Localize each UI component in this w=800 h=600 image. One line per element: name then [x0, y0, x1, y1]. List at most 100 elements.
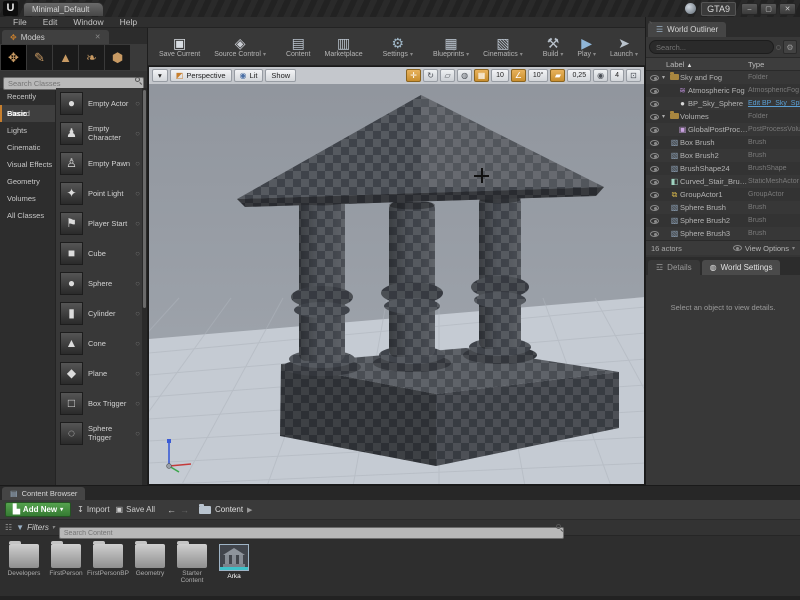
rotation-snap-value[interactable]: 10°: [528, 69, 549, 82]
outliner-settings-icon[interactable]: ⚙: [783, 40, 797, 54]
breadcrumb[interactable]: Content ▶: [199, 505, 252, 514]
perspective-button[interactable]: ◩ Perspective: [170, 69, 232, 82]
search-content-input[interactable]: [59, 527, 564, 539]
visibility-eye-icon[interactable]: [650, 192, 659, 198]
tab-details[interactable]: ☲Details: [648, 260, 700, 275]
scale-snap-icon[interactable]: ▰: [550, 69, 565, 82]
drag-handle-icon[interactable]: ○: [135, 279, 140, 288]
visibility-eye-icon[interactable]: [650, 231, 659, 237]
outliner-row[interactable]: ▣GlobalPostProcessVolumePostProcessVolu: [646, 123, 800, 136]
move-tool-button[interactable]: ✛: [406, 69, 421, 82]
grid-snap-icon[interactable]: ▦: [474, 69, 489, 82]
place-item-box-trigger[interactable]: □Box Trigger○: [56, 388, 147, 418]
forward-button[interactable]: →: [180, 505, 189, 515]
drag-handle-icon[interactable]: ○: [135, 219, 140, 228]
drag-handle-icon[interactable]: ○: [135, 159, 140, 168]
category-geometry[interactable]: Geometry: [0, 173, 55, 190]
outliner-row[interactable]: ⧉GroupActor1GroupActor: [646, 188, 800, 201]
category-all-classes[interactable]: All Classes: [0, 207, 55, 224]
expander-icon[interactable]: ▾: [662, 74, 669, 81]
maximize-viewport-button[interactable]: ⊡: [626, 69, 641, 82]
launch-button[interactable]: ➤Launch▾: [603, 29, 645, 65]
paint-mode-button[interactable]: ✎: [27, 45, 52, 70]
menu-edit[interactable]: Edit: [36, 17, 65, 27]
place-item-light[interactable]: ✦Point Light○: [56, 178, 147, 208]
outliner-row[interactable]: ▧Sphere BrushBrush: [646, 201, 800, 214]
outliner-row[interactable]: ●BP_Sky_SphereEdit BP_Sky_Spl: [646, 97, 800, 110]
drag-handle-icon[interactable]: ○: [135, 99, 140, 108]
outliner-search-input[interactable]: [649, 40, 774, 54]
import-button[interactable]: ↧Import: [77, 505, 109, 514]
visibility-eye-icon[interactable]: [650, 101, 659, 107]
level-tab[interactable]: Minimal_Default: [23, 2, 104, 16]
visibility-eye-icon[interactable]: [650, 166, 659, 172]
asset-tile[interactable]: Arka: [216, 544, 252, 584]
save-button[interactable]: ▣Save Current: [152, 29, 207, 65]
camera-speed-icon[interactable]: ◉: [593, 69, 608, 82]
outliner-row[interactable]: ▧Box Brush2Brush: [646, 149, 800, 162]
visibility-eye-icon[interactable]: [650, 114, 659, 120]
visibility-eye-icon[interactable]: [650, 127, 659, 133]
outliner-row[interactable]: ▾Sky and FogFolder: [646, 71, 800, 84]
expander-icon[interactable]: ▾: [662, 113, 669, 120]
visibility-eye-icon[interactable]: [650, 205, 659, 211]
drag-handle-icon[interactable]: ○: [135, 339, 140, 348]
marketplace-button[interactable]: ▥Marketplace: [318, 29, 370, 65]
category-cinematic[interactable]: Cinematic: [0, 139, 55, 156]
place-item-sphere-trigger[interactable]: ◌Sphere Trigger○: [56, 418, 147, 448]
tab-world-outliner[interactable]: ☰ World Outliner: [648, 22, 726, 37]
outliner-row[interactable]: ◧Curved_Stair_Brush_StaticMeshStaticMesh…: [646, 175, 800, 188]
view-options-button[interactable]: View Options ▾: [733, 244, 795, 253]
tab-world-settings[interactable]: ◍World Settings: [702, 260, 781, 275]
visibility-eye-icon[interactable]: [650, 75, 659, 81]
menu-help[interactable]: Help: [113, 17, 144, 27]
landscape-mode-button[interactable]: ▲: [53, 45, 78, 70]
scrollbar[interactable]: [142, 88, 147, 485]
drag-handle-icon[interactable]: ○: [135, 369, 140, 378]
outliner-row[interactable]: ▧Box BrushBrush: [646, 136, 800, 149]
settings-button[interactable]: ⚙Settings▾: [376, 29, 420, 65]
menu-window[interactable]: Window: [66, 17, 110, 27]
viewport[interactable]: ▾ ◩ Perspective ◉ Lit Show ✛ ↻ ▱ ◍ ▦ 10 …: [148, 66, 645, 485]
place-item-pawn[interactable]: ♙Empty Pawn○: [56, 148, 147, 178]
source-control-button[interactable]: ◈Source Control▾: [207, 29, 273, 65]
place-mode-button[interactable]: ✥: [1, 45, 26, 70]
drag-handle-icon[interactable]: ○: [135, 189, 140, 198]
outliner-row[interactable]: ▧Sphere Brush2Brush: [646, 214, 800, 227]
place-item-character[interactable]: ♟Empty Character○: [56, 118, 147, 148]
category-visual-effects[interactable]: Visual Effects: [0, 156, 55, 173]
edit-blueprint-link[interactable]: Edit BP_Sky_Spl: [748, 100, 800, 107]
back-button[interactable]: ←: [167, 505, 176, 515]
scale-tool-button[interactable]: ▱: [440, 69, 455, 82]
rotation-snap-icon[interactable]: ∠: [511, 69, 526, 82]
place-item-sphere[interactable]: ●Sphere○: [56, 268, 147, 298]
tab-modes[interactable]: ✥ Modes ✕: [2, 30, 109, 44]
category-volumes[interactable]: Volumes: [0, 190, 55, 207]
minimize-button[interactable]: –: [741, 3, 758, 15]
drag-handle-icon[interactable]: ○: [135, 129, 140, 138]
drag-handle-icon[interactable]: ○: [135, 309, 140, 318]
visibility-eye-icon[interactable]: [650, 153, 659, 159]
build-button[interactable]: ⚒Build▾: [536, 29, 571, 65]
view-mode-icon[interactable]: ☷: [5, 523, 12, 532]
category-recently-placed[interactable]: Recently Placed: [0, 88, 55, 105]
place-item-cone[interactable]: ▲Cone○: [56, 328, 147, 358]
outliner-header[interactable]: Label ▲ Type: [646, 57, 800, 71]
maximize-button[interactable]: ▢: [760, 3, 777, 15]
outliner-row[interactable]: ▾VolumesFolder: [646, 110, 800, 123]
folder-tile[interactable]: FirstPerson: [48, 544, 84, 584]
tab-content-browser[interactable]: ▤ Content Browser: [2, 487, 85, 500]
outliner-row[interactable]: ▧Sphere Brush3Brush: [646, 227, 800, 240]
camera-speed-value[interactable]: 4: [610, 69, 624, 82]
drag-handle-icon[interactable]: ○: [135, 429, 140, 438]
add-new-button[interactable]: ▙ Add New ▾: [5, 502, 71, 517]
place-item-cylinder[interactable]: ▮Cylinder○: [56, 298, 147, 328]
visibility-eye-icon[interactable]: [650, 218, 659, 224]
menu-file[interactable]: File: [6, 17, 34, 27]
folder-tile[interactable]: Developers: [6, 544, 42, 584]
visibility-eye-icon[interactable]: [650, 88, 659, 94]
place-item-plane[interactable]: ◆Plane○: [56, 358, 147, 388]
close-icon[interactable]: ✕: [95, 33, 101, 41]
place-item-actor[interactable]: ●Empty Actor○: [56, 88, 147, 118]
drag-handle-icon[interactable]: ○: [135, 249, 140, 258]
